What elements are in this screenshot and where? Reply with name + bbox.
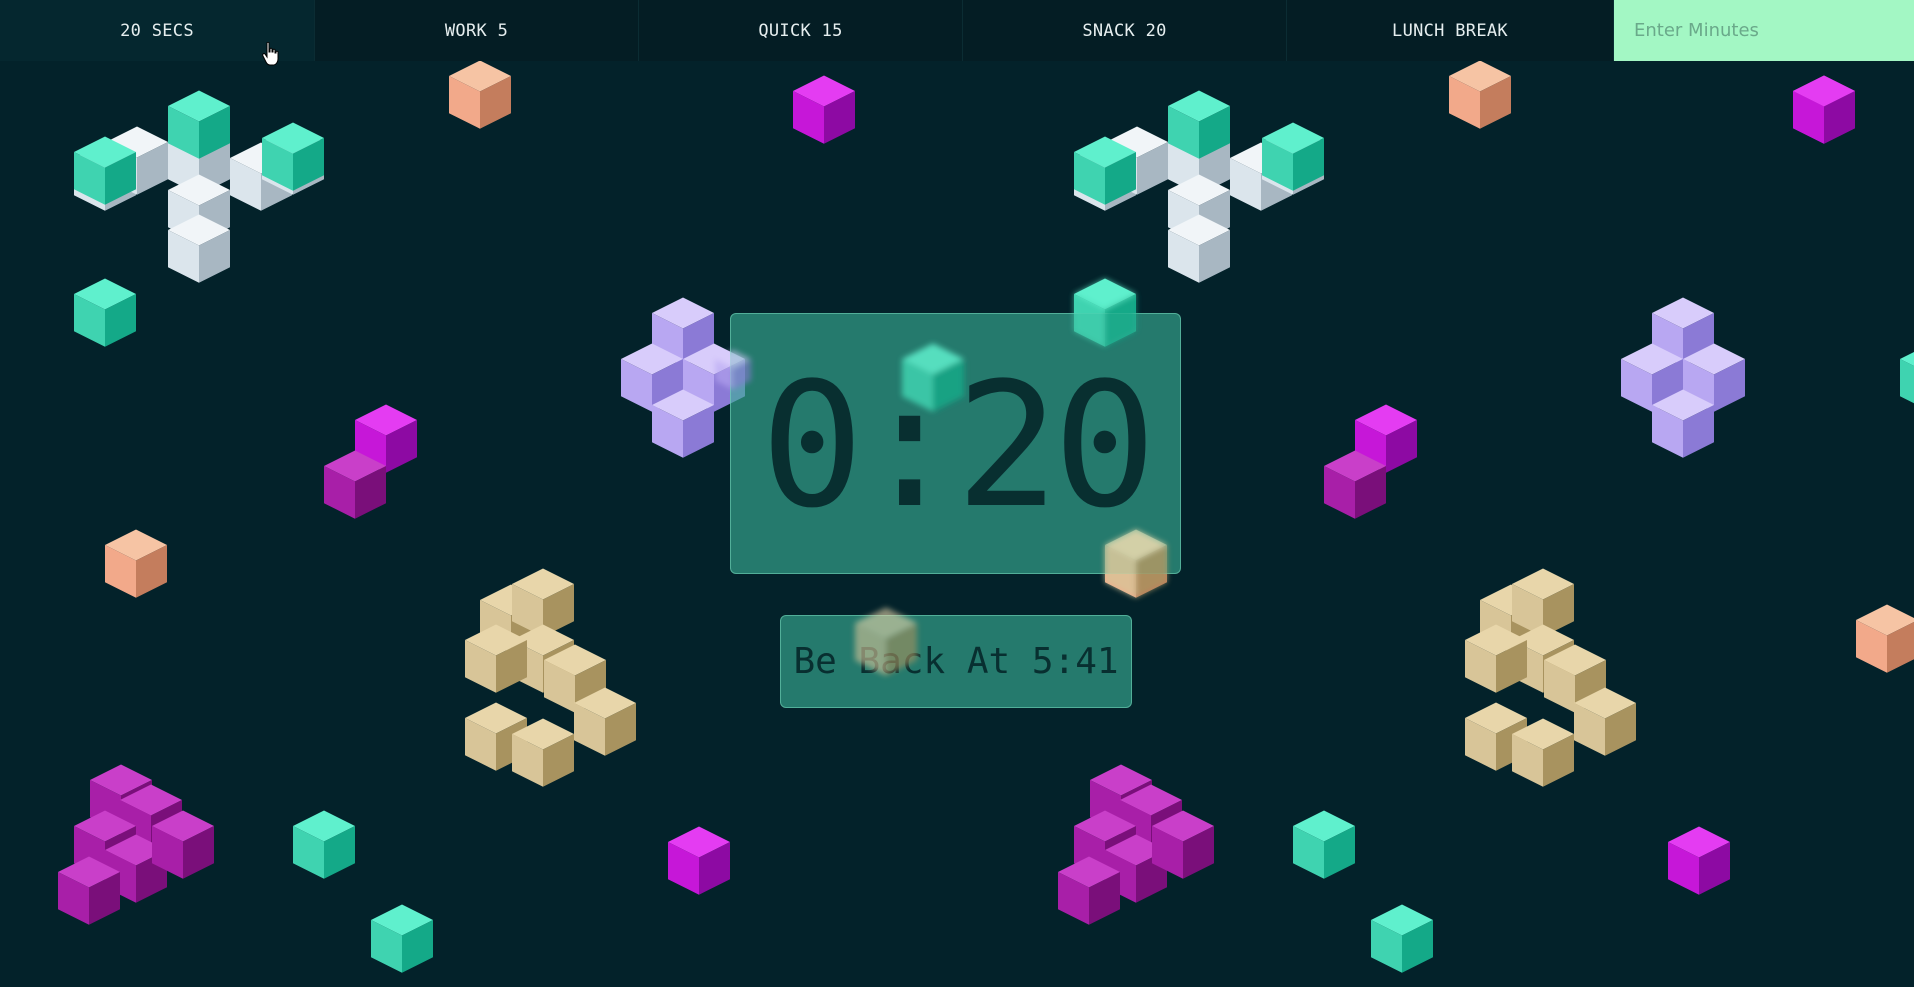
cube-icon <box>74 278 136 347</box>
cube-icon <box>1668 826 1730 895</box>
cube-icon <box>793 75 855 144</box>
preset-lunch-break-button[interactable]: LUNCH BREAK <box>1287 0 1614 61</box>
break-timer-app: 20 SECS WORK 5 QUICK 15 SNACK 20 LUNCH B… <box>0 0 1914 987</box>
cube-icon <box>371 904 433 973</box>
cube-icon <box>293 810 355 879</box>
cube-icon <box>1856 604 1914 673</box>
countdown-panel: 0:20 <box>730 313 1181 574</box>
cube-icon <box>1900 352 1914 404</box>
be-back-panel: Be Back At 5:41 <box>780 615 1132 708</box>
preset-quick-15-button[interactable]: QUICK 15 <box>639 0 963 61</box>
preset-snack-20-button[interactable]: SNACK 20 <box>963 0 1287 61</box>
cube-icon <box>449 60 511 129</box>
be-back-at-text: Be Back At 5:41 <box>793 641 1119 682</box>
cube-icon <box>668 826 730 895</box>
countdown-display: 0:20 <box>760 344 1156 546</box>
enter-minutes-input[interactable] <box>1614 0 1914 61</box>
cube-icon <box>1793 75 1855 144</box>
hand-pointer-icon <box>262 42 279 66</box>
cube-icon <box>1371 904 1433 973</box>
preset-work-5-button[interactable]: WORK 5 <box>315 0 639 61</box>
cube-icon <box>1449 60 1511 129</box>
preset-nav-bar: 20 SECS WORK 5 QUICK 15 SNACK 20 LUNCH B… <box>0 0 1914 61</box>
cube-icon <box>105 529 167 598</box>
cube-icon <box>1293 810 1355 879</box>
